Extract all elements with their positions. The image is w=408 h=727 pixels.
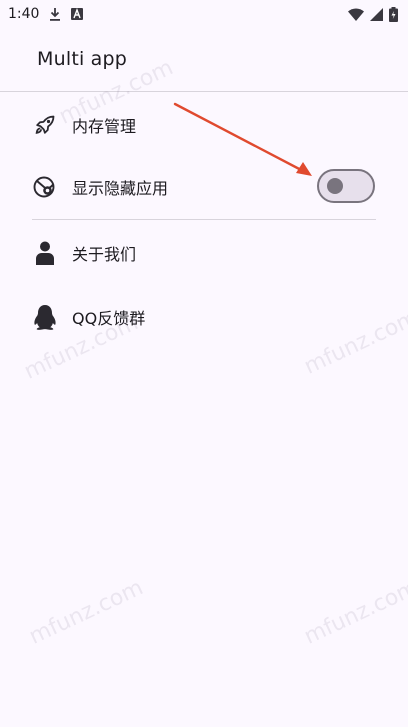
a-badge-icon [71, 8, 84, 20]
menu-label: 显示隐藏应用 [72, 179, 169, 198]
toggle-knob [327, 178, 343, 194]
show-hidden-apps-toggle[interactable] [317, 169, 375, 203]
rocket-icon [32, 112, 58, 138]
menu-item-memory-management[interactable]: 内存管理 [0, 93, 408, 157]
app-bar-divider [0, 91, 408, 92]
qq-penguin-icon [32, 304, 58, 330]
person-icon [32, 240, 58, 266]
menu-item-about-us[interactable]: 关于我们 [0, 221, 408, 285]
wifi-icon [348, 8, 364, 21]
eye-hidden-icon [32, 174, 58, 200]
signal-icon [370, 7, 383, 21]
clock: 1:40 [8, 6, 40, 22]
watermark: mfunz.com [300, 575, 408, 650]
section-divider [32, 219, 376, 220]
battery-icon [389, 6, 398, 22]
app-bar: Multi app [0, 28, 408, 90]
status-bar: 1:40 [0, 0, 408, 28]
app-title: Multi app [37, 48, 128, 70]
watermark: mfunz.com [25, 575, 148, 650]
download-icon [49, 7, 61, 21]
menu-label: 关于我们 [72, 245, 137, 264]
